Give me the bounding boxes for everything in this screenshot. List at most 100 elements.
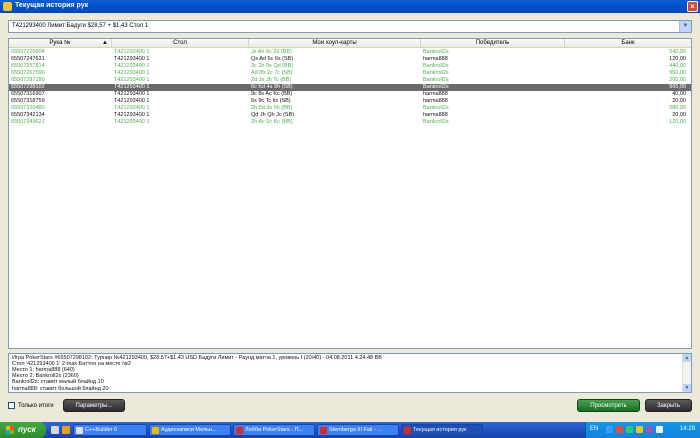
cell-hand: 65507247631 <box>11 56 45 62</box>
tray-icon[interactable] <box>626 426 633 433</box>
table-row[interactable]: 65507287180 T421293400 1 2d 3s Jh Tc (BB) B… <box>9 77 691 84</box>
cell-table: T421293400 1 <box>114 77 150 83</box>
volume-icon[interactable] <box>656 426 663 433</box>
cell-winner: Bankroll2s <box>423 49 449 55</box>
task-cbuilder[interactable]: C++Builder 6 <box>73 424 147 436</box>
cell-hand: 65507343621 <box>11 119 45 125</box>
close-window-button[interactable]: × <box>687 1 698 12</box>
task-label: Лобби PokerStars - П... <box>245 427 304 433</box>
col-table-header[interactable]: Стол <box>112 39 249 48</box>
cell-winner: harma888 <box>423 112 448 118</box>
task-stemberga[interactable]: Stemberga III Fail - ... <box>317 424 399 436</box>
close-button[interactable]: Закрыть <box>645 399 692 412</box>
cell-winner: Bankroll2s <box>423 119 449 125</box>
history-line: Место 1: harma888 (640) <box>12 367 75 374</box>
cell-cards: 2h 8d 3s 5h (BB) <box>251 105 293 111</box>
task-audio[interactable]: Аудиозаписи Мельн... <box>149 424 231 436</box>
pokerstars-icon <box>404 427 411 434</box>
app-icon <box>3 2 12 11</box>
task-label: C++Builder 6 <box>85 427 118 433</box>
chevron-down-icon[interactable]: ▼ <box>679 21 691 32</box>
cell-winner: Bankroll2s <box>423 105 449 111</box>
cell-table: T421293400 1 <box>114 119 150 125</box>
start-button[interactable]: пуск <box>0 422 46 438</box>
cell-pot: 120,00 <box>669 119 686 125</box>
browser-icon <box>152 427 159 434</box>
cell-cards: 9c 8s Ac Kc (BB) <box>251 91 293 97</box>
table-header: Рука № ▲ Стол Мои хоул-карты Победитель … <box>9 39 691 48</box>
cell-hand: 65507287180 <box>11 77 45 83</box>
table-row[interactable]: 65507298102 T421293400 1 6c Kd 4s 9h (SB) B… <box>9 84 691 91</box>
cell-winner: harma888 <box>423 56 448 62</box>
language-indicator[interactable]: EN <box>590 426 598 432</box>
col-hand-header[interactable]: Рука № ▲ <box>9 39 112 48</box>
col-hand-label: Рука № <box>49 40 71 46</box>
tray-icon[interactable] <box>616 426 623 433</box>
task-lobby[interactable]: Лобби PokerStars - П... <box>233 424 315 436</box>
tray-icon[interactable] <box>646 426 653 433</box>
cell-hand: 65507257814 <box>11 63 45 69</box>
task-history[interactable]: Текущая история рук <box>401 424 483 436</box>
history-line: *** СДАЧА КАРТ *** <box>12 392 61 393</box>
cell-table: T421293400 1 <box>114 84 150 90</box>
table-row[interactable]: 65507247631 T421293400 1 Qs Ad 6c 6s (SB) h… <box>9 56 691 63</box>
tray-icon[interactable] <box>606 426 613 433</box>
system-tray: EN 14:29 <box>585 422 700 438</box>
cell-pot: 280,00 <box>669 105 686 111</box>
title-bar: Текущая история рук × <box>0 0 700 13</box>
cell-pot: 40,00 <box>672 91 686 97</box>
cell-pot: 440,00 <box>669 63 686 69</box>
folder-icon[interactable] <box>62 426 70 434</box>
tray-icon[interactable] <box>636 426 643 433</box>
cell-cards: 2h Ac 6c Kc (BB) <box>251 119 293 125</box>
task-label: Текущая история рук <box>413 427 467 433</box>
cell-table: T421293400 1 <box>114 98 150 104</box>
params-button[interactable]: Параметры... <box>63 399 125 412</box>
table-row[interactable]: 65507318759 T421293400 1 6s 9c Tc ks (SB) h… <box>9 98 691 105</box>
col-winner-header[interactable]: Победитель <box>421 39 565 48</box>
hands-table: Рука № ▲ Стол Мои хоул-карты Победитель … <box>8 38 692 349</box>
scroll-up-icon[interactable]: ▲ <box>683 354 691 362</box>
totals-only-label: Только итоги <box>18 403 54 409</box>
cell-pot: 200,00 <box>669 77 686 83</box>
table-row[interactable]: 65507225804 T421293400 1 Js Ah 6c 2d (BB) B… <box>9 49 691 56</box>
history-scrollbar[interactable]: ▲ ▼ <box>682 354 691 392</box>
desktop-icon[interactable] <box>51 426 59 434</box>
history-line: Стол '421293400 1' 2-max Баттон на месте… <box>12 361 132 368</box>
totals-only-checkbox[interactable] <box>8 402 15 409</box>
pokerstars-icon <box>236 427 243 434</box>
cell-hand: 65507342134 <box>11 112 45 118</box>
cell-table: T421293400 1 <box>114 105 150 111</box>
clock: 14:29 <box>679 426 695 432</box>
cell-pot: 960,00 <box>669 70 686 76</box>
cell-cards: 6c Kd 4s 9h (SB) <box>251 84 293 90</box>
tournament-select[interactable]: T421293400 Лимит Бадуги $28,57 + $1,43 С… <box>8 20 692 33</box>
cell-cards: Js Ah 6c 2d (BB) <box>251 49 292 55</box>
table-row[interactable]: 65507320480 T421293400 1 2h 8d 3s 5h (BB) B… <box>9 105 691 112</box>
cell-hand: 65507225804 <box>11 49 45 55</box>
cell-winner: Bankroll2s <box>423 70 449 76</box>
col-pot-header[interactable]: Банк <box>565 39 691 48</box>
cell-table: T421293400 1 <box>114 70 150 76</box>
task-label: Stemberga III Fail - ... <box>329 427 382 433</box>
cell-pot: 960,00 <box>669 84 686 90</box>
col-cards-header[interactable]: Мои хоул-карты <box>249 39 421 48</box>
cell-winner: Bankroll2s <box>423 77 449 83</box>
cell-cards: Ad 8h 2c 7c (SB) <box>251 70 293 76</box>
cell-hand: 65507320480 <box>11 105 45 111</box>
cbuilder-icon <box>76 427 83 434</box>
cell-pot: 120,00 <box>669 56 686 62</box>
cell-hand: 65507318759 <box>11 98 45 104</box>
cell-winner: Bankroll2s <box>423 84 449 90</box>
cell-table: T421293400 1 <box>114 49 150 55</box>
table-row[interactable]: 65507342134 T421293400 1 Qd Jh Qh Jc (SB) h… <box>9 112 691 119</box>
table-row[interactable]: 65507257814 T421293400 1 3c 2h 9s Qd (BB) B… <box>9 63 691 70</box>
table-row[interactable]: 65507343621 T421293400 1 2h Ac 6c Kc (BB) B… <box>9 119 691 126</box>
history-line: harma888: ставит большой блайнд 20 <box>12 385 109 392</box>
scroll-down-icon[interactable]: ▼ <box>683 384 691 392</box>
pokerstars-icon <box>320 427 327 434</box>
table-row[interactable]: 65507267590 T421293400 1 Ad 8h 2c 7c (SB) B… <box>9 70 691 77</box>
table-row[interactable]: 65507316907 T421293400 1 9c 8s Ac Kc (BB) h… <box>9 91 691 98</box>
hand-history-text[interactable]: Игра PokerStars #65507298102: Турнир №42… <box>8 353 692 393</box>
view-button[interactable]: Просмотреть <box>577 399 640 412</box>
